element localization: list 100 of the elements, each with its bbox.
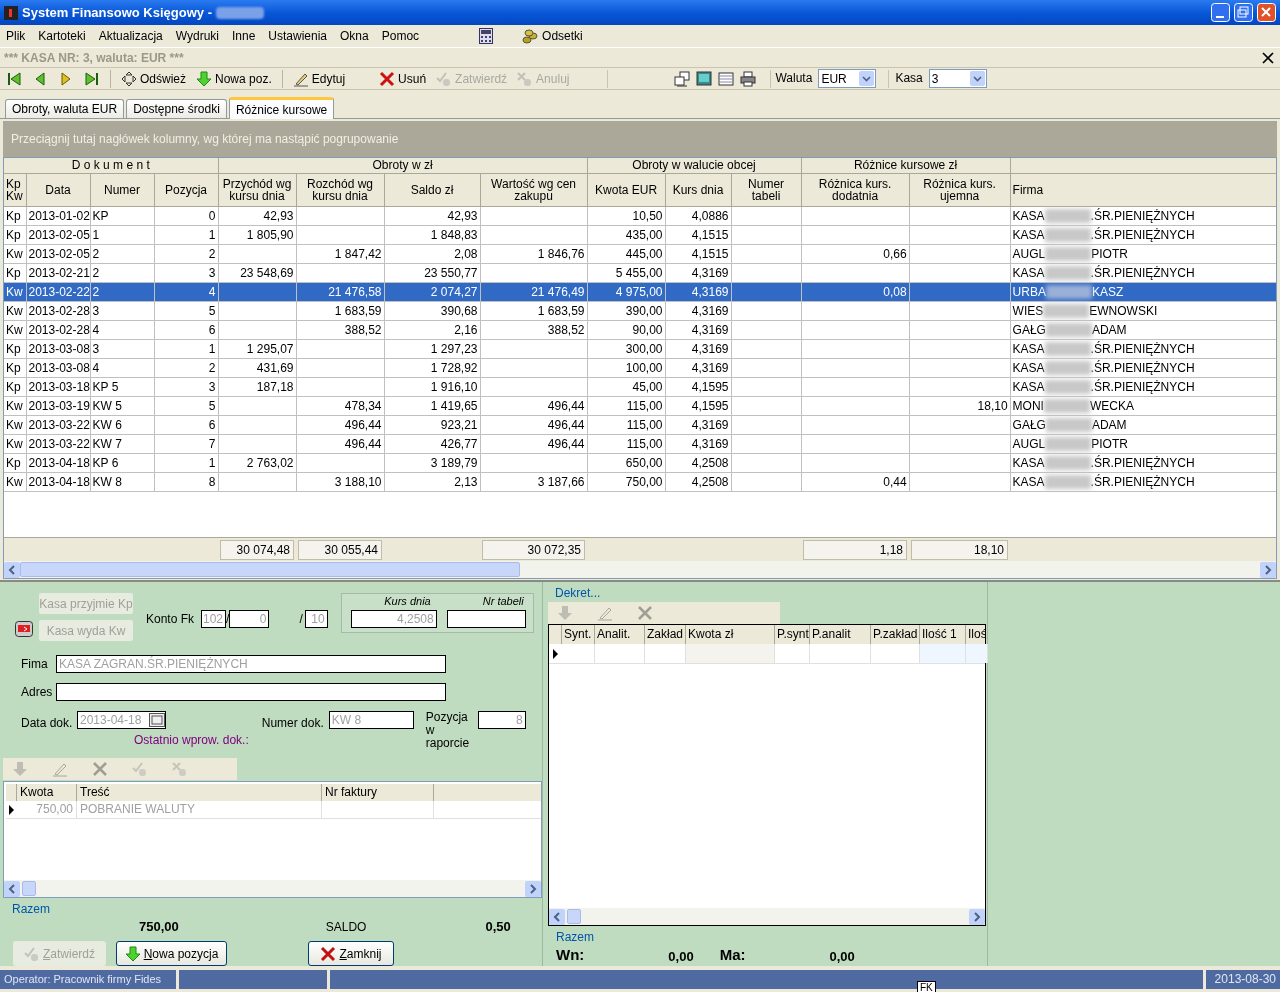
printer-icon[interactable] (740, 70, 757, 87)
column-header[interactable]: Analit. (595, 624, 645, 644)
minimize-button[interactable] (1211, 3, 1230, 22)
column-header[interactable]: Kp Kw (4, 173, 26, 206)
column-header[interactable]: Zakład (645, 624, 686, 644)
menu-item[interactable]: Plik (6, 27, 26, 45)
horizontal-scrollbar[interactable] (4, 561, 1276, 578)
dropdown-field[interactable]: 3 (928, 69, 987, 88)
table-cell: 923,21 (384, 415, 481, 434)
table-cell: 2013-01-02 (26, 206, 90, 225)
column-header[interactable]: Numer (90, 173, 154, 206)
column-header[interactable]: Firma (1010, 173, 1276, 206)
close-icon[interactable] (1262, 51, 1274, 64)
monitor-icon[interactable] (696, 70, 713, 87)
menu-item[interactable]: Okna (340, 27, 369, 45)
table-cell: 115,00 (587, 396, 666, 415)
dekret-link[interactable]: Dekret... (555, 584, 601, 602)
scroll-thumb[interactable] (22, 881, 36, 896)
kasa-banner-title: *** KASA NR: 3, waluta: EUR *** (4, 49, 185, 67)
column-header[interactable]: Kwota EUR (587, 173, 666, 206)
table-cell: 21 476,58 (296, 282, 385, 301)
column-header[interactable]: Kwota zł (686, 624, 775, 644)
new-button[interactable]: Nowa pozycja (116, 941, 227, 966)
column-header[interactable]: Synt. (562, 624, 595, 644)
saldo-amount: 0,50 (485, 918, 511, 937)
column-header[interactable]: Różnica kurs. dodatnia (801, 173, 910, 206)
column-header[interactable]: Treść (77, 783, 322, 801)
tab[interactable]: Obroty, waluta EUR (5, 99, 125, 118)
menu-item[interactable]: Pomoc (381, 27, 420, 45)
table-cell: 496,44 (480, 434, 588, 453)
calculator-icon[interactable] (479, 28, 494, 44)
table-cell: 1 (154, 453, 219, 472)
table-view-icon[interactable] (718, 70, 735, 87)
table-cell: 7 (154, 434, 219, 453)
table-cell: 4,3169 (665, 358, 732, 377)
table-cell: 388,52 (296, 320, 385, 339)
column-header[interactable]: P.analit (810, 624, 871, 644)
column-header[interactable]: Kwota (17, 783, 77, 801)
cancel-icon (517, 70, 534, 87)
input-field[interactable] (56, 682, 446, 701)
redacted-text (1043, 398, 1090, 413)
table-cell: 0,44 (801, 472, 910, 491)
table-cell: 90,00 (587, 320, 666, 339)
column-header[interactable]: Ilość 1 (920, 624, 966, 644)
toolbar-button[interactable]: Odśwież (119, 68, 188, 89)
input-field[interactable] (446, 610, 526, 628)
column-header[interactable]: Rozchód wg kursu dnia (296, 173, 385, 206)
table-cell: 4,1515 (665, 244, 732, 263)
column-header[interactable]: P.synt (775, 624, 810, 644)
table-cell: 2013-03-18 (26, 377, 90, 396)
redacted-text (1044, 227, 1091, 242)
toolbar-button[interactable]: Nowa poz. (194, 68, 274, 89)
table-cell: 1 683,59 (296, 301, 385, 320)
scroll-right-icon (525, 880, 541, 897)
tab[interactable]: Różnice kursowe (228, 97, 335, 119)
table-cell: 2,08 (384, 244, 481, 263)
table-cell-text: KASA (1012, 340, 1045, 358)
menu-item[interactable]: Kartoteki (38, 27, 86, 45)
menu-item[interactable]: Aktualizacja (98, 27, 163, 45)
dropdown-field[interactable]: EUR (818, 69, 877, 88)
column-header[interactable]: Numer tabeli (731, 173, 802, 206)
column-header[interactable]: Kurs dnia (665, 173, 732, 206)
table-cell: 300,00 (587, 339, 666, 358)
scroll-thumb[interactable] (567, 909, 581, 924)
column-header[interactable]: Saldo zł (384, 173, 481, 206)
column-header[interactable]: Różnica kurs. ujemna (909, 173, 1011, 206)
redacted-text (216, 6, 264, 19)
horizontal-scrollbar[interactable] (4, 880, 541, 897)
tick-icon (436, 70, 453, 87)
column-header[interactable]: Data (26, 173, 90, 206)
field-label: Fima (21, 655, 49, 673)
menu-item[interactable]: Ustawienia (268, 27, 328, 45)
column-header[interactable]: P.zakład (871, 624, 920, 644)
date-status: 2013-08-30 (1206, 970, 1280, 989)
field-label: Adres (21, 683, 54, 701)
redacted-text (1044, 474, 1091, 489)
close-button[interactable] (1257, 3, 1276, 22)
tab[interactable]: Dostępne środki (126, 99, 227, 118)
menu-item[interactable]: Inne (231, 27, 256, 45)
table-cell: 0,66 (801, 244, 910, 263)
column-header[interactable]: Pozycja (154, 173, 219, 206)
razem-label: Razem (12, 901, 50, 918)
windows-icon[interactable] (674, 70, 691, 87)
slash-separator: / (226, 611, 230, 628)
maximize-button[interactable] (1234, 3, 1253, 22)
table-cell: 2013-04-18 (26, 472, 90, 491)
scroll-thumb[interactable] (20, 562, 520, 577)
column-header[interactable]: Nr faktury (322, 783, 434, 801)
column-header[interactable]: Wartość wg cen zakupu (480, 173, 588, 206)
toolbar-button[interactable]: Edytuj (290, 68, 348, 89)
odsetki-menu-item[interactable]: Odsetki (522, 27, 583, 45)
table-cell: 2 763,02 (218, 453, 297, 472)
table-cell: 1 (154, 225, 219, 244)
menu-item[interactable]: Wydruki (175, 27, 219, 45)
close-button[interactable]: Zamknij (308, 941, 394, 966)
toolbar-button[interactable]: Usuń (377, 68, 429, 89)
table-cell-text: .ŚR.PIENIĘŻNYCH (1090, 378, 1195, 396)
down-arrow-icon (124, 945, 141, 962)
horizontal-scrollbar[interactable] (549, 908, 985, 925)
column-header[interactable]: Przychód wg kursu dnia (218, 173, 297, 206)
